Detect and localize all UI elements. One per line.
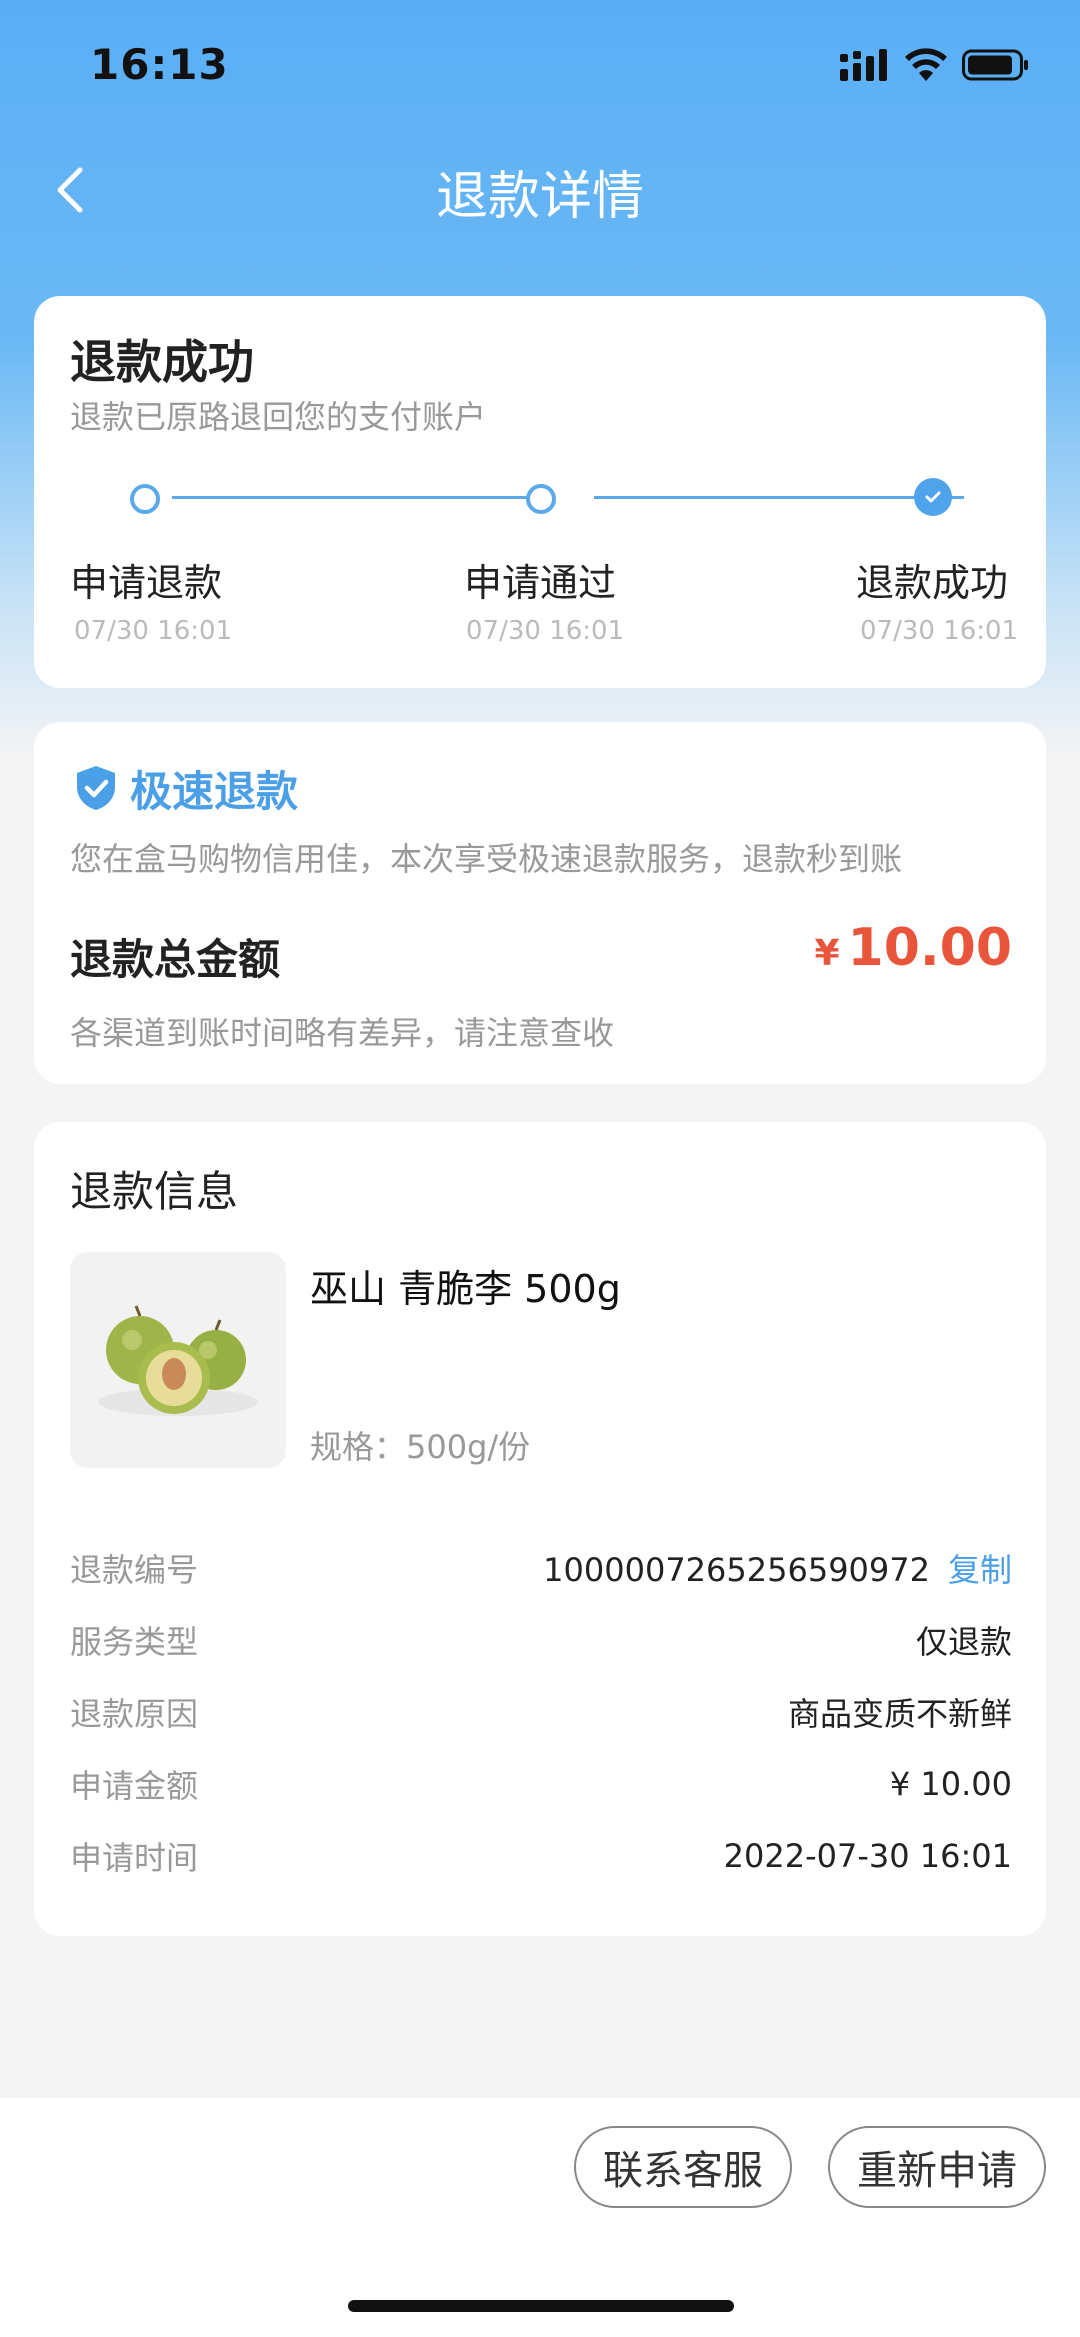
progress-line: [594, 496, 964, 499]
step-time-apply: 07/30 16:01: [74, 616, 233, 646]
refund-info-card: 退款信息 巫山 青脆李 500g 规格：500g/份 退款编号 10000072…: [34, 1122, 1046, 1936]
info-value: 商品变质不新鲜: [787, 1695, 1012, 1733]
step-time-success: 07/30 16:01: [860, 616, 1019, 646]
status-icons: [840, 48, 1030, 82]
info-key: 申请时间: [70, 1839, 199, 1877]
info-row-apply-amount: 申请金额 ¥ 10.00: [70, 1760, 1012, 1808]
plum-fruit-icon: [98, 1305, 258, 1416]
refund-total-value: 10.00: [847, 918, 1012, 978]
info-key: 退款原因: [70, 1695, 199, 1733]
refund-status-card: 退款成功 退款已原路退回您的支付账户 申请退款 申请通过 退款成功 07/30 …: [34, 296, 1046, 688]
step-time-approved: 07/30 16:01: [466, 616, 625, 646]
info-value: 2022-07-30 16:01: [723, 1837, 1012, 1875]
contact-service-button[interactable]: 联系客服: [574, 2126, 792, 2208]
product-name[interactable]: 巫山 青脆李 500g: [310, 1258, 621, 1313]
home-indicator: [348, 2300, 734, 2312]
info-key: 退款编号: [70, 1551, 199, 1589]
refund-total-label: 退款总金额: [70, 935, 281, 984]
info-row-refund-number: 退款编号 1000007265256590972 复制: [70, 1544, 1012, 1592]
fast-refund-card: 极速退款 您在盒马购物信用佳，本次享受极速退款服务，退款秒到账 退款总金额 ¥1…: [34, 722, 1046, 1084]
page-title: 退款详情: [435, 167, 644, 227]
info-value: ¥ 10.00: [889, 1765, 1012, 1803]
battery-icon: [962, 49, 1028, 81]
refund-total-amount: ¥10.00: [814, 918, 1012, 978]
info-row-service-type: 服务类型 仅退款: [70, 1616, 1012, 1664]
progress-step-dot: [526, 484, 556, 514]
currency-symbol: ¥: [814, 933, 840, 974]
product-image[interactable]: [70, 1252, 286, 1468]
step-label-success: 退款成功: [856, 561, 1009, 605]
refund-info-title: 退款信息: [70, 1167, 239, 1216]
refund-number-value: 1000007265256590972: [543, 1551, 930, 1589]
progress-line: [172, 496, 550, 499]
info-row-refund-reason: 退款原因 商品变质不新鲜: [70, 1688, 1012, 1736]
status-bar: 16:13: [0, 0, 1080, 130]
fast-refund-title: 极速退款: [130, 767, 299, 816]
info-key: 服务类型: [70, 1623, 199, 1661]
fast-refund-description: 您在盒马购物信用佳，本次享受极速退款服务，退款秒到账: [70, 840, 903, 878]
wifi-icon: [905, 48, 947, 81]
info-key: 申请金额: [70, 1767, 199, 1805]
step-label-approved: 申请通过: [464, 561, 617, 605]
info-row-apply-time: 申请时间 2022-07-30 16:01: [70, 1832, 1012, 1880]
info-value-group: 1000007265256590972 复制: [543, 1545, 1012, 1591]
cellular-signal-icon: [840, 49, 887, 81]
product-spec: 规格：500g/份: [310, 1428, 531, 1466]
shield-check-icon: [77, 766, 115, 810]
reapply-button[interactable]: 重新申请: [828, 2126, 1046, 2208]
refund-progress-track: [34, 478, 1046, 516]
progress-complete-check-icon: [914, 478, 952, 516]
progress-step-dot: [130, 484, 160, 514]
status-time: 16:13: [90, 40, 229, 89]
step-label-apply: 申请退款: [70, 561, 223, 605]
info-value: 仅退款: [915, 1623, 1012, 1661]
refund-arrival-note: 各渠道到账时间略有差异，请注意查收: [70, 1014, 615, 1052]
refund-status-title: 退款成功: [70, 335, 254, 389]
nav-bar: 退款详情: [0, 140, 1080, 240]
copy-button[interactable]: 复制: [948, 1551, 1012, 1589]
refund-status-subtitle: 退款已原路退回您的支付账户: [70, 398, 487, 436]
